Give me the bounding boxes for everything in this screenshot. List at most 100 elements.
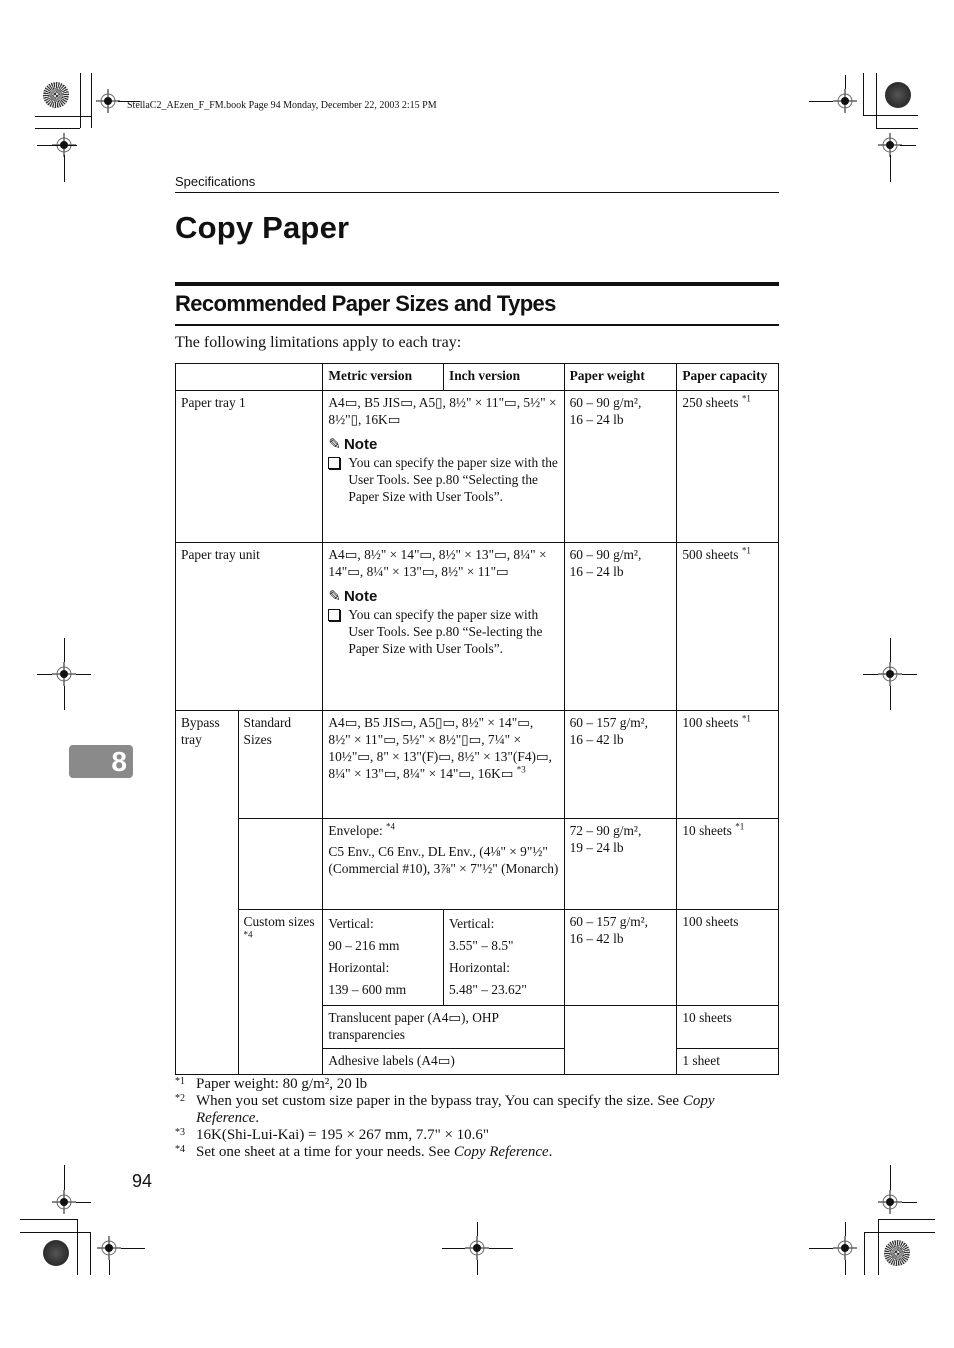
registration-mark-icon: [465, 1236, 489, 1260]
footnote-mark: *2: [175, 1093, 185, 1104]
capacity-cell: 10 sheets *1: [676, 818, 779, 910]
crop-mark: [902, 1202, 917, 1203]
capacity-cell: 100 sheets: [676, 909, 779, 1006]
section-rule-top: [175, 282, 779, 286]
crop-mark: [489, 1248, 513, 1249]
table-row: Bypass tray Standard Sizes A4▭, B5 JIS▭,…: [175, 710, 779, 1075]
special-paper-cell: Translucent paper (A4▭), OHP transparenc…: [322, 1005, 565, 1049]
header-metric: Metric version: [322, 363, 444, 391]
sizes-cell: A4▭, 8½" × 14"▭, 8½" × 13"▭, 8¼" × 14"▭,…: [322, 542, 565, 711]
note-text: You can specify the paper size with the …: [348, 455, 558, 504]
header-empty-cell: [174, 363, 324, 391]
note-title: Note: [343, 588, 378, 605]
envelope-sizes: C5 Env., C6 Env., DL Env., (4⅛" × 9"½" (…: [328, 844, 559, 876]
weight-line: 60 – 157 g/m²,: [569, 715, 648, 730]
registration-mark-icon: [96, 89, 120, 113]
footnote-text: When you set custom size paper in the by…: [196, 1093, 683, 1109]
crop-mark: [442, 1248, 465, 1249]
crop-mark: [109, 1260, 110, 1275]
crop-mark: [77, 1219, 78, 1275]
crop-mark: [37, 674, 52, 675]
weight-line: 60 – 157 g/m²,: [569, 914, 648, 929]
crop-mark: [878, 1219, 879, 1275]
weight-cell: 60 – 90 g/m², 16 – 24 lb: [563, 542, 678, 711]
weight-cell: 60 – 90 g/m², 16 – 24 lb: [563, 390, 678, 543]
capacity-value: 10 sheets: [682, 823, 732, 838]
crop-mark: [890, 686, 891, 710]
inch-vertical-label: Vertical:: [448, 916, 495, 931]
crop-mark: [890, 638, 891, 662]
checkbox-bullet-icon: [328, 609, 341, 621]
section-rule-bottom: [175, 324, 779, 326]
metric-horizontal-value: 139 – 600 mm: [328, 982, 407, 997]
footnote-after: .: [548, 1144, 553, 1160]
crop-mark: [809, 101, 833, 102]
page-number: 94: [132, 1171, 153, 1191]
row-label: Paper tray unit: [174, 542, 324, 711]
footnote-ref: *4: [243, 929, 253, 940]
registration-mark-icon: [52, 662, 76, 686]
crop-mark: [809, 1248, 833, 1249]
capacity-cell: 1 sheet: [676, 1048, 779, 1075]
crop-mark: [80, 73, 81, 128]
crop-mark: [845, 1260, 846, 1275]
metric-custom-cell: Vertical: 90 – 216 mm Horizontal: 139 – …: [322, 909, 444, 1006]
crop-mark: [864, 1232, 865, 1275]
footnote-reference-link: Copy Reference: [453, 1144, 549, 1160]
crop-mark: [845, 1222, 846, 1236]
header-weight: Paper weight: [563, 363, 678, 391]
registration-mark-icon: [52, 1190, 76, 1214]
crop-mark: [477, 1260, 478, 1275]
weight-line: 60 – 90 g/m²,: [569, 547, 642, 562]
paper-sizes: A4▭, 8½" × 14"▭, 8½" × 13"▭, 8¼" × 14"▭,…: [328, 547, 547, 579]
weight-cell: 72 – 90 g/m², 19 – 24 lb: [563, 818, 678, 910]
footnote-mark: *3: [175, 1127, 185, 1138]
page-title: Copy Paper: [175, 210, 350, 245]
running-head-rule: [175, 192, 779, 193]
sub-row-label: Standard Sizes: [237, 710, 324, 819]
crop-mark: [20, 1219, 77, 1220]
envelope-label-line: Envelope: *4: [328, 822, 558, 839]
crop-mark: [37, 145, 77, 146]
crop-mark: [878, 1219, 935, 1220]
crop-mark: [76, 1202, 91, 1203]
capacity-cell: 250 sheets *1: [676, 390, 779, 543]
crop-mark: [90, 1232, 91, 1275]
section-heading: Recommended Paper Sizes and Types: [175, 291, 556, 316]
note-item: You can specify the paper size with User…: [328, 606, 558, 657]
envelope-label: Envelope:: [328, 823, 383, 838]
registration-mark-icon: [878, 662, 902, 686]
crop-mark: [20, 1232, 90, 1233]
footnote-text: Paper weight: 80 g/m², 20 lb: [196, 1076, 368, 1092]
color-bar-disc-icon: [884, 1240, 910, 1266]
crop-mark: [64, 155, 65, 182]
weight-line: 16 – 24 lb: [569, 564, 624, 579]
table-header-row: Metric version Inch version Paper weight…: [174, 363, 779, 391]
row-label: Bypass tray: [175, 710, 239, 1075]
special-paper-cell: Adhesive labels (A4▭): [322, 1048, 565, 1075]
weight-line: 19 – 24 lb: [569, 840, 624, 855]
crop-mark: [76, 674, 91, 675]
crop-mark: [64, 638, 65, 662]
metric-vertical-value: 90 – 216 mm: [328, 938, 400, 953]
note-heading: ✎ Note: [328, 588, 558, 605]
note-title: Note: [343, 436, 378, 453]
footnote-ref: *4: [386, 821, 396, 832]
sub-row-label: Custom sizes *4: [237, 909, 324, 1075]
footnote-ref: *1: [741, 713, 751, 724]
footnote-after: .: [255, 1110, 260, 1126]
weight-line: 60 – 90 g/m²,: [569, 395, 642, 410]
paper-sizes: A4▭, B5 JIS▭, A5▯, 8½" × 11"▭, 5½" × 8½"…: [328, 395, 557, 427]
crop-mark: [876, 128, 918, 129]
color-bar-disc-icon: [43, 1240, 69, 1266]
footnotes: *1 Paper weight: 80 g/m², 20 lb *2 When …: [175, 1076, 779, 1161]
footnote-mark: *4: [175, 1144, 185, 1155]
crop-mark: [864, 1232, 935, 1233]
capacity-value: 500 sheets: [682, 547, 739, 562]
table-row: Envelope: *4 C5 Env., C6 Env., DL Env., …: [176, 818, 779, 910]
color-bar-disc-icon: [43, 82, 69, 108]
footnote-text: Set one sheet at a time for your needs. …: [196, 1144, 454, 1160]
registration-mark-icon: [878, 1190, 902, 1214]
table-row: Paper tray unit A4▭, 8½" × 14"▭, 8½" × 1…: [174, 542, 779, 711]
pencil-icon: ✎: [328, 588, 341, 605]
